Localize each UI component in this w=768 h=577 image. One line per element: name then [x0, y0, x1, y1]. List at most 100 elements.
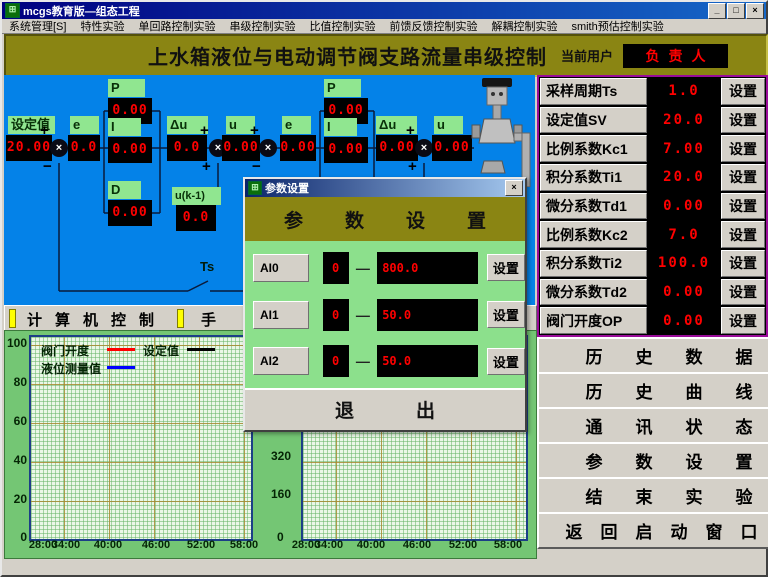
dialog-row-ai2: AI2 0 — 50.0 设置 — [245, 341, 525, 381]
loop1-i-value: 0.00 — [108, 137, 152, 163]
plus-sign: + — [250, 125, 259, 137]
menu-characteristic[interactable]: 特性实验 — [73, 18, 131, 34]
set-button[interactable]: 设置 — [721, 78, 765, 105]
dialog-row-ai0: AI0 0 — 800.0 设置 — [245, 248, 525, 288]
param-value: 20.0 — [647, 163, 721, 192]
range-dash: — — [349, 353, 378, 369]
set-button[interactable]: 设置 — [721, 107, 765, 134]
app-icon: ⊞ — [5, 3, 20, 18]
channel-label: AI2 — [253, 347, 309, 375]
legend-line-black — [187, 348, 215, 351]
param-value: 20.0 — [647, 106, 721, 135]
computer-control-button[interactable]: 计算机控制 — [27, 309, 167, 330]
trend-plot-level: 阀门开度 设定值 液位测量值 — [29, 335, 253, 541]
legend-valve-opening: 阀门开度 — [41, 342, 89, 359]
range-high-value: 50.0 — [377, 299, 478, 331]
loop1-e-label: e — [70, 116, 99, 134]
dialog-body: AI0 0 — 800.0 设置 AI1 0 — 50.0 设置 AI2 0 —… — [245, 241, 525, 388]
yellow-marker — [9, 309, 16, 328]
menu-decoupling[interactable]: 解耦控制实验 — [484, 18, 564, 34]
x-tick: 40:00 — [357, 539, 385, 551]
param-value: 0.00 — [647, 192, 721, 221]
close-button[interactable]: × — [746, 3, 764, 19]
end-experiment-button[interactable]: 结束实验 — [537, 477, 768, 514]
x-tick: 34:00 — [52, 539, 80, 551]
set-button[interactable]: 设置 — [487, 301, 525, 328]
menu-feedforward[interactable]: 前馈反馈控制实验 — [382, 18, 484, 34]
set-button[interactable]: 设置 — [721, 250, 765, 277]
return-start-window-button[interactable]: 返回启动窗口 — [537, 512, 768, 549]
menu-single-loop[interactable]: 单回路控制实验 — [131, 18, 222, 34]
minus-sign: − — [252, 161, 261, 173]
range-low-value: 0 — [323, 299, 349, 331]
param-value: 0.00 — [647, 278, 721, 307]
set-button[interactable]: 设置 — [487, 254, 525, 281]
x-tick: 46:00 — [403, 539, 431, 551]
legend-setpoint: 设定值 — [143, 342, 179, 359]
x-tick: 46:00 — [142, 539, 170, 551]
set-button[interactable]: 设置 — [721, 279, 765, 306]
channel-label: AI0 — [253, 254, 309, 282]
legend-level-measure: 液位测量值 — [41, 360, 101, 377]
menu-cascade[interactable]: 串级控制实验 — [222, 18, 302, 34]
history-data-button[interactable]: 历史数据 — [537, 337, 768, 374]
loop1-p-label: P — [108, 79, 145, 97]
set-button[interactable]: 设置 — [721, 164, 765, 191]
menu-ratio[interactable]: 比值控制实验 — [302, 18, 382, 34]
param-label: 采样周期Ts — [540, 78, 647, 105]
param-label: 比例系数Kc1 — [540, 135, 647, 162]
y-tick: 40 — [5, 454, 27, 466]
x-tick: 52:00 — [449, 539, 477, 551]
set-button[interactable]: 设置 — [721, 307, 765, 334]
plus-sign: + — [40, 125, 49, 137]
restore-button[interactable]: □ — [727, 3, 745, 19]
plus-sign: + — [200, 125, 209, 137]
plus-sign: + — [202, 161, 211, 173]
history-curve-button[interactable]: 历史曲线 — [537, 372, 768, 409]
range-high-value: 800.0 — [377, 252, 478, 284]
param-setting-button[interactable]: 参数设置 — [537, 442, 768, 479]
legend-line-blue — [107, 366, 135, 369]
param-row-kc2: 比例系数Kc2 7.0 设置 — [539, 220, 766, 249]
loop2-u-label: u — [434, 116, 463, 134]
title-bar: ⊞ mcgs教育版—组态工程 _ □ × — [2, 2, 766, 19]
dialog-row-ai1: AI1 0 — 50.0 设置 — [245, 295, 525, 335]
param-value: 100.0 — [647, 249, 721, 278]
window-title: mcgs教育版—组态工程 — [23, 3, 140, 19]
menu-bar: 系统管理[S] 特性实验 单回路控制实验 串级控制实验 比值控制实验 前馈反馈控… — [2, 19, 766, 34]
param-row-kc1: 比例系数Kc1 7.00 设置 — [539, 134, 766, 163]
dialog-close-button[interactable]: × — [505, 180, 523, 196]
range-dash: — — [349, 260, 378, 276]
minimize-button[interactable]: _ — [708, 3, 726, 19]
loop1-d-value: 0.00 — [108, 200, 152, 226]
set-button[interactable]: 设置 — [721, 135, 765, 162]
dialog-header: 参数设置 — [245, 197, 525, 241]
y-tick: 80 — [5, 376, 27, 388]
y-tick: 20 — [5, 493, 27, 505]
loop1-uk1-value: 0.0 — [176, 205, 216, 231]
set-button[interactable]: 设置 — [487, 348, 525, 375]
menu-smith[interactable]: smith预估控制实验 — [564, 18, 670, 34]
set-button[interactable]: 设置 — [721, 221, 765, 248]
x-tick: 52:00 — [187, 539, 215, 551]
param-row-td1: 微分系数Td1 0.00 设置 — [539, 192, 766, 221]
param-row-ti1: 积分系数Ti1 20.0 设置 — [539, 163, 766, 192]
range-dash: — — [349, 307, 378, 323]
x-tick: 34:00 — [315, 539, 343, 551]
x-tick: 58:00 — [230, 539, 258, 551]
page-title: 上水箱液位与电动调节阀支路流量串级控制 — [148, 41, 547, 70]
param-row-td2: 微分系数Td2 0.00 设置 — [539, 278, 766, 307]
dialog-title-bar[interactable]: ⊞ 参数设置 × — [245, 179, 525, 197]
loop2-p-label: P — [324, 79, 361, 97]
exit-button[interactable]: 退出 — [245, 388, 525, 428]
dialog-title: 参数设置 — [265, 180, 504, 196]
caption-buttons: _ □ × — [707, 3, 764, 19]
param-label: 微分系数Td2 — [540, 279, 647, 306]
set-button[interactable]: 设置 — [721, 193, 765, 220]
control-valve-icon — [470, 77, 534, 187]
param-label: 设定值SV — [540, 107, 647, 134]
comm-status-button[interactable]: 通讯状态 — [537, 407, 768, 444]
param-label: 积分系数Ti1 — [540, 164, 647, 191]
menu-system[interactable]: 系统管理[S] — [2, 18, 73, 34]
loop1-i-label: I — [108, 118, 141, 136]
